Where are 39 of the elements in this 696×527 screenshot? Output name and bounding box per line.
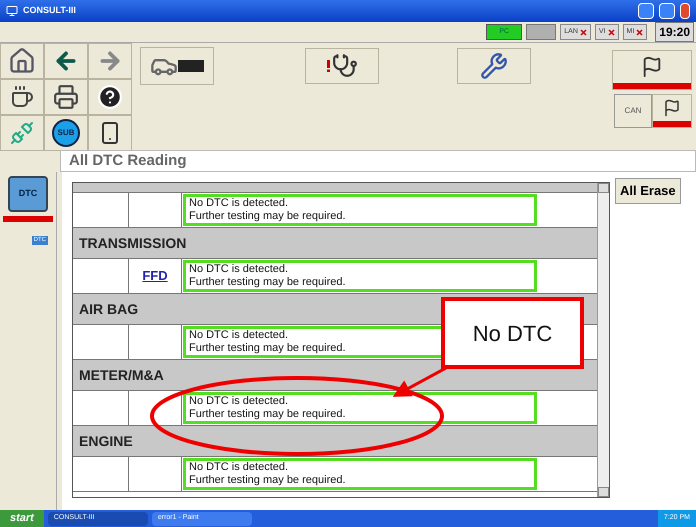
result-message: No DTC is detected. Further testing may be required. [183,458,537,490]
help-icon[interactable] [88,79,132,115]
app-icon [6,5,18,17]
error-cross-icon [608,28,615,36]
result-message: No DTC is detected. Further testing may be required. [183,194,537,226]
page-title-bar: All DTC Reading [60,150,696,172]
error-cross-icon [580,28,587,36]
window-title: CONSULT-III [23,4,76,18]
diagnosis-button[interactable] [305,48,379,84]
all-erase-button[interactable]: All Erase [615,178,681,204]
home-icon[interactable] [0,43,44,79]
minimize-button[interactable] [638,3,654,19]
phone-icon[interactable] [88,115,132,151]
result-message: No DTC is detected. Further testing may be required. [183,260,537,292]
result-message: No DTC is detected. Further testing may be required. [183,392,537,424]
sub-button[interactable]: SUB [44,115,88,151]
section-header: TRANSMISSION [73,228,597,259]
ffd-link[interactable]: FFD [142,266,168,286]
start-button[interactable]: start [0,510,44,527]
scrollbar[interactable] [597,183,609,497]
clock: 19:20 [655,22,694,42]
coffee-cup-icon[interactable] [0,79,44,115]
dtc-button[interactable]: DTC [8,176,48,212]
can-button[interactable]: CAN [614,94,652,128]
stethoscope-icon [332,53,358,79]
error-cross-icon [636,28,644,36]
callout-arrow [392,366,447,397]
printer-icon[interactable] [44,79,88,115]
alert-mark-icon [326,60,330,72]
wrench-icon[interactable] [457,48,531,84]
maximize-button[interactable] [659,3,675,19]
flag-car-icon[interactable] [652,94,692,128]
callout-box: No DTC [441,297,584,369]
close-button[interactable] [680,3,690,19]
racing-flags-icon[interactable] [612,50,692,90]
selection-bar [3,216,53,222]
section-header: ENGINE [73,426,597,457]
car-monitor-icon[interactable] [140,47,214,85]
status-indicator [526,24,556,40]
